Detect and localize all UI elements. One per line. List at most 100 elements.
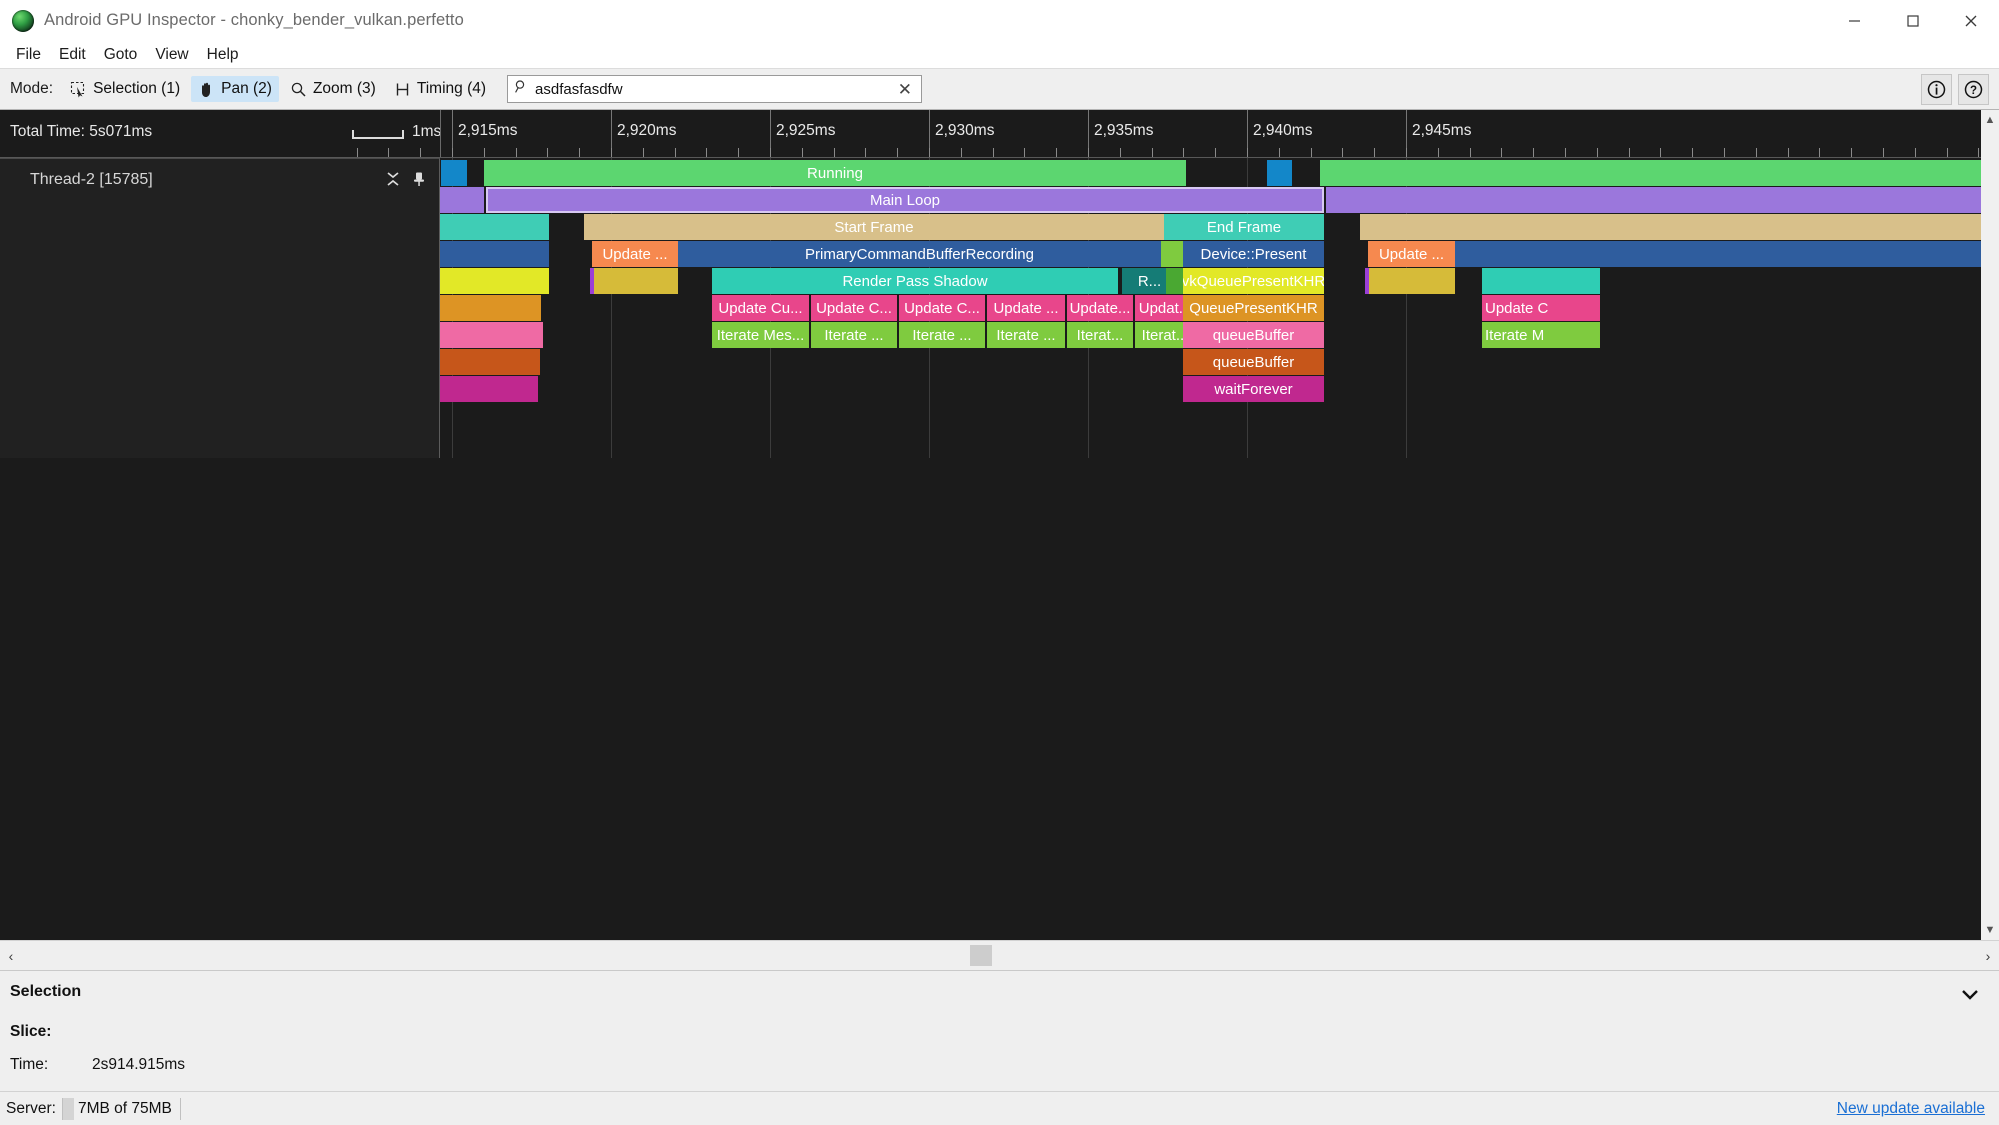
timeline-slice-unlabeled[interactable] — [1360, 214, 1999, 240]
timeline-slice-unlabeled[interactable] — [1326, 187, 1999, 213]
mode-timing-button[interactable]: Timing (4) — [387, 76, 493, 102]
timeline-slice[interactable]: Device::Present — [1183, 241, 1324, 267]
mode-zoom-button[interactable]: Zoom (3) — [283, 76, 383, 102]
hand-icon — [198, 81, 215, 98]
tick-minor — [1183, 148, 1184, 157]
scroll-left-icon[interactable]: ‹ — [0, 948, 22, 964]
menu-item-goto[interactable]: Goto — [96, 43, 146, 67]
timeline-slice[interactable]: Update C... — [899, 295, 985, 321]
tick-minor — [1501, 148, 1502, 157]
mode-pan-button[interactable]: Pan (2) — [191, 76, 279, 102]
collapse-vertical-icon[interactable] — [385, 171, 401, 192]
tick-minor — [1883, 148, 1884, 157]
timeline-slice[interactable]: Running — [484, 160, 1186, 186]
tick-minor — [452, 148, 453, 157]
tick-minor — [1438, 148, 1439, 157]
menu-item-view[interactable]: View — [147, 43, 196, 67]
timeline-slice[interactable]: Forever — [440, 376, 538, 402]
tick-minor — [834, 148, 835, 157]
timeline-slice[interactable]: End Frame — [1164, 214, 1324, 240]
tick-label: 2,935ms — [1094, 122, 1154, 139]
timeline-slice-unlabeled[interactable] — [441, 160, 467, 186]
search-value[interactable]: asdfasfasdfw — [535, 81, 889, 98]
status-bar: Server: 7MB of 75MB New update available — [0, 1091, 1999, 1125]
timeline-slice[interactable]: Update C... — [811, 295, 897, 321]
new-update-link[interactable]: New update available — [1837, 1100, 1993, 1118]
scroll-up-icon[interactable]: ▲ — [1985, 110, 1996, 130]
timeline-slice[interactable]: Iterate M — [1482, 322, 1600, 348]
horizontal-scrollbar[interactable]: ‹ › — [0, 940, 1999, 970]
timeline-slice[interactable]: Update ... — [592, 241, 678, 267]
timeline-slice[interactable]: Update Cu... — [712, 295, 809, 321]
timeline-slice[interactable]: Update... — [1067, 295, 1133, 321]
menu-item-help[interactable]: Help — [199, 43, 247, 67]
tick-minor — [1819, 148, 1820, 157]
slice-canvas[interactable]: RunningMain LoopFrame Start FrameEnd Fram… — [440, 158, 1999, 940]
timeline-slice[interactable]: Update ... — [1368, 241, 1455, 267]
timeline-slice[interactable]: PresentKHR — [440, 268, 549, 294]
tick-minor — [802, 148, 803, 157]
timeline-slice[interactable]: Frame — [440, 214, 549, 240]
timeline-slice[interactable]: QueuePresentKHR — [1183, 295, 1324, 321]
timeline-slice[interactable]: Iterate Mes... — [712, 322, 809, 348]
timeline-slice[interactable]: Iterat... — [1067, 322, 1133, 348]
track-header-icons — [385, 171, 427, 192]
timeline-slice-unlabeled[interactable] — [1482, 268, 1600, 294]
timeline-slice[interactable]: Iterate ... — [987, 322, 1065, 348]
timeline-slice-unlabeled[interactable] — [1320, 160, 1999, 186]
minimize-icon[interactable] — [1825, 0, 1883, 41]
tick-minor — [1056, 148, 1057, 157]
time-ruler[interactable]: Total Time: 5s071ms 1ms 2,915ms 2,920ms 2,… — [0, 110, 1999, 158]
timeline-slice-unlabeled[interactable] — [1455, 241, 1999, 267]
timeline-slice[interactable]: waitForever — [1183, 376, 1324, 402]
vertical-scrollbar[interactable]: ▲ ▼ — [1981, 110, 1999, 940]
track-header-thread-2[interactable]: Thread-2 [15785] — [0, 158, 440, 458]
tick-minor — [1247, 148, 1248, 157]
timeline-slice-unlabeled[interactable] — [440, 187, 484, 213]
close-icon[interactable] — [1941, 0, 1999, 41]
scrollbar-thumb[interactable] — [970, 945, 993, 966]
tick-label: 2,940ms — [1253, 122, 1313, 139]
timeline-slice[interactable]: PrimaryCommandBufferRecording — [678, 241, 1161, 267]
tick-minor — [1692, 148, 1693, 157]
clear-x-icon[interactable]: ✕ — [895, 81, 915, 98]
tick-label: 2,915ms — [458, 122, 518, 139]
timeline-slice[interactable]: Update ... — [987, 295, 1065, 321]
menu-item-edit[interactable]: Edit — [51, 43, 94, 67]
timeline-slice[interactable]: vkQueuePresentKHR — [1183, 268, 1324, 294]
maximize-icon[interactable] — [1883, 0, 1941, 41]
tick-minor — [388, 148, 389, 157]
timeline-slice[interactable]: Main Loop — [486, 187, 1324, 213]
timeline-slice[interactable]: queueBuffer — [1183, 349, 1324, 375]
timeline-slice[interactable]: Render Pass Shadow — [712, 268, 1118, 294]
help-circle-icon[interactable]: ? — [1958, 73, 1989, 105]
timeline-slice[interactable]: eBuffer — [440, 349, 540, 375]
timeline-slice[interactable]: e::Present — [440, 241, 549, 267]
menu-item-file[interactable]: File — [8, 43, 49, 67]
scroll-right-icon[interactable]: › — [1977, 948, 1999, 964]
mode-selection-label: Selection (1) — [93, 80, 181, 97]
timeline-area[interactable]: Total Time: 5s071ms 1ms 2,915ms 2,920ms 2,… — [0, 110, 1999, 940]
timeline-slice-unlabeled[interactable] — [1369, 268, 1455, 294]
pin-icon[interactable] — [411, 171, 427, 192]
timeline-slice-unlabeled[interactable] — [594, 268, 678, 294]
timeline-slice[interactable]: resentKHR — [440, 295, 541, 321]
slice-time-value: 2s914.915ms — [92, 1056, 186, 1073]
tick-minor — [738, 148, 739, 157]
tick-minor — [357, 148, 358, 157]
timeline-slice-unlabeled[interactable] — [1161, 241, 1183, 267]
info-circle-icon[interactable] — [1921, 73, 1952, 105]
mode-selection-button[interactable]: Selection (1) — [63, 76, 187, 102]
search-input[interactable]: asdfasfasdfw ✕ — [507, 75, 923, 103]
timeline-slice-unlabeled[interactable] — [1267, 160, 1292, 186]
scroll-down-icon[interactable]: ▼ — [1985, 920, 1996, 940]
timeline-slice[interactable]: queueBuffer — [1183, 322, 1324, 348]
tick-minor — [1756, 148, 1757, 157]
timeline-slice[interactable]: eBuffer — [440, 322, 543, 348]
scrollbar-track[interactable] — [22, 943, 1977, 968]
chevron-down-icon[interactable] — [1959, 983, 1981, 1010]
timeline-slice[interactable]: Iterate ... — [811, 322, 897, 348]
timeline-slice[interactable]: Start Frame — [584, 214, 1164, 240]
timeline-slice[interactable]: Iterate ... — [899, 322, 985, 348]
timeline-slice[interactable]: Update C — [1482, 295, 1600, 321]
